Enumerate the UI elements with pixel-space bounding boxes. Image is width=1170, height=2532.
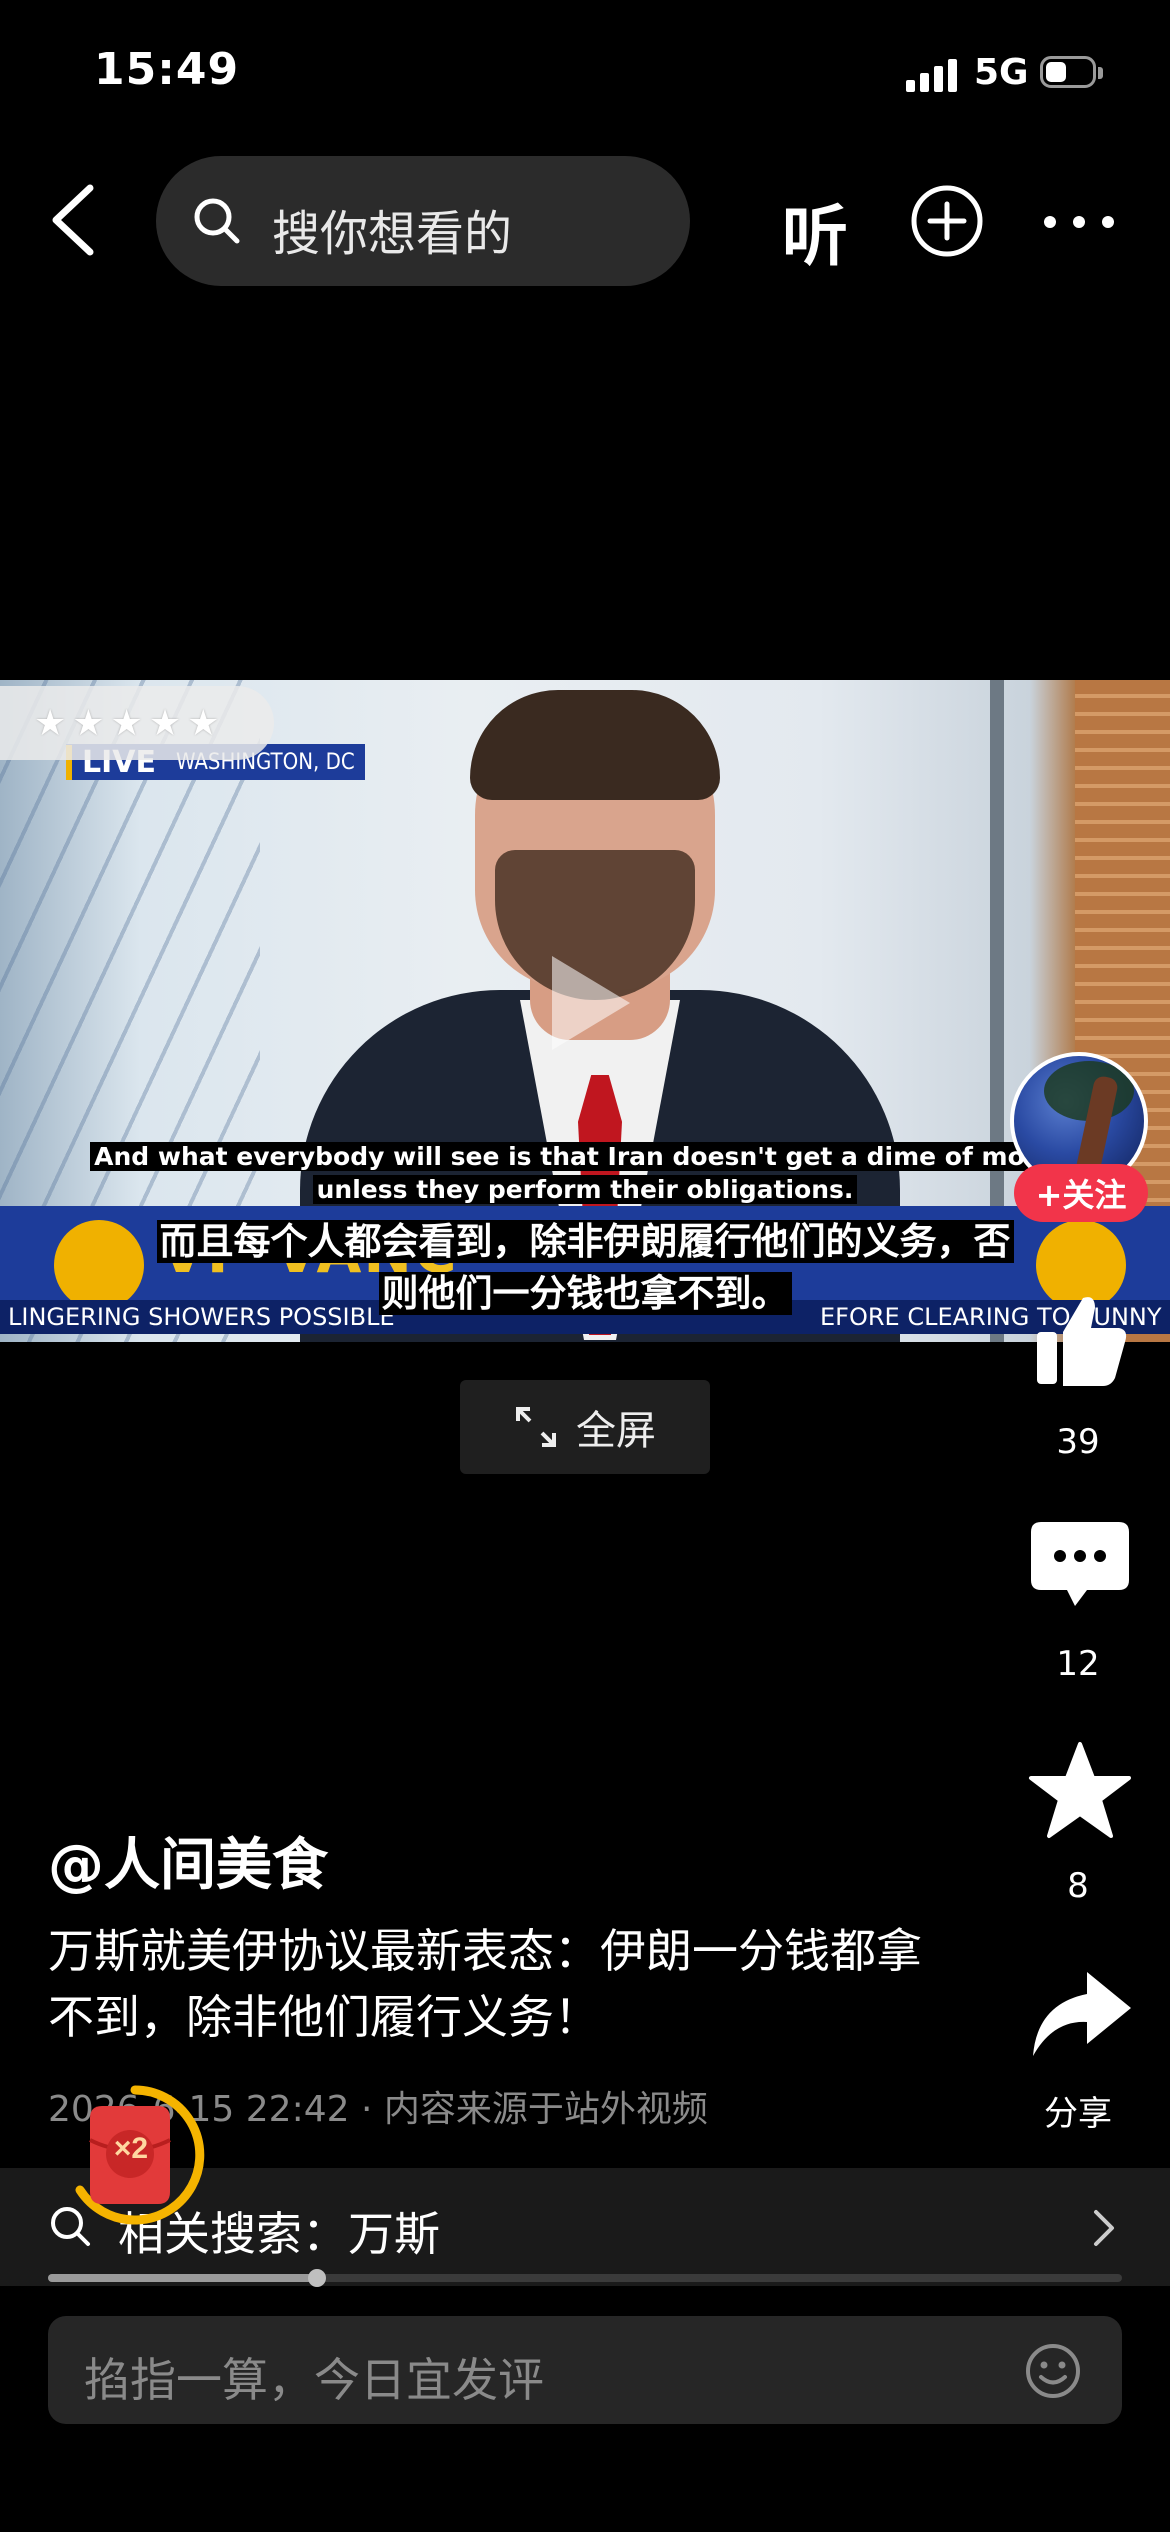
like-button[interactable] bbox=[1025, 1290, 1135, 1390]
battery-icon bbox=[1040, 56, 1106, 90]
favorite-count: 8 bbox=[1067, 1866, 1089, 1906]
follow-button[interactable]: +关注 bbox=[1014, 1164, 1148, 1222]
star-icon bbox=[1029, 1742, 1131, 1838]
fullscreen-label: 全屏 bbox=[576, 1408, 656, 1454]
comment-icon bbox=[1031, 1522, 1129, 1606]
comment-count: 12 bbox=[1056, 1644, 1100, 1684]
video-progress-bar[interactable] bbox=[48, 2269, 1122, 2287]
thumbs-up-icon bbox=[1037, 1297, 1127, 1386]
subtitle-english: And what everybody will see is that Iran… bbox=[0, 1140, 1170, 1206]
video-progress-thumb[interactable] bbox=[307, 2269, 326, 2287]
video-progress-fill bbox=[48, 2274, 317, 2282]
subtitle-zh-line-1: 而且每个人都会看到，除非伊朗履行他们的义务，否 bbox=[156, 1220, 1014, 1263]
speaker-hair bbox=[470, 690, 720, 800]
share-arrow-icon bbox=[1033, 1972, 1131, 2056]
listen-button[interactable]: 听 bbox=[782, 183, 848, 279]
more-button[interactable] bbox=[1042, 210, 1116, 234]
search-input[interactable]: 搜你想看的 bbox=[156, 156, 690, 286]
more-dots-icon bbox=[1044, 216, 1114, 228]
expand-icon bbox=[516, 1407, 556, 1447]
reward-multiplier: ×2 bbox=[113, 2132, 149, 2165]
subtitle-en-line-2: unless they perform their obligations. bbox=[312, 1175, 858, 1204]
comment-input[interactable]: 掐指一算，今日宜发评 bbox=[48, 2316, 1122, 2424]
subtitle-en-line-1: And what everybody will see is that Iran… bbox=[90, 1142, 1080, 1171]
play-icon[interactable] bbox=[530, 948, 640, 1058]
share-label: 分享 bbox=[1044, 2094, 1112, 2134]
network-type: 5G bbox=[974, 52, 1029, 93]
reward-badge[interactable]: ×2 bbox=[60, 2080, 210, 2230]
status-time: 15:49 bbox=[94, 44, 240, 95]
author-name[interactable]: @人间美食 bbox=[48, 1820, 328, 1901]
comment-placeholder: 掐指一算，今日宜发评 bbox=[84, 2353, 544, 2407]
add-button[interactable] bbox=[910, 184, 984, 258]
search-icon bbox=[194, 198, 240, 244]
chevron-left-icon bbox=[52, 184, 94, 256]
back-button[interactable] bbox=[40, 180, 110, 260]
subtitle-zh-line-2: 则他们一分钱也拿不到。 bbox=[378, 1272, 792, 1315]
video-title: 万斯就美伊协议最新表态：伊朗一分钱都拿不到，除非他们履行义务！ bbox=[48, 1924, 922, 2044]
fullscreen-button[interactable]: 全屏 bbox=[460, 1380, 710, 1474]
search-placeholder: 搜你想看的 bbox=[272, 206, 513, 262]
subtitle-chinese: 而且每个人都会看到，除非伊朗履行他们的义务，否 则他们一分钱也拿不到。 bbox=[0, 1216, 1170, 1320]
plus-circle-icon bbox=[911, 185, 983, 257]
favorite-button[interactable] bbox=[1025, 1740, 1135, 1840]
emoji-icon[interactable] bbox=[1024, 2342, 1082, 2400]
video-player[interactable]: LIVE WASHINGTON, DC ★★★★★ VP VANC LINGER… bbox=[0, 680, 1170, 1342]
star-rating[interactable]: ★★★★★ bbox=[0, 686, 274, 760]
signal-icon bbox=[906, 58, 958, 92]
comment-button[interactable] bbox=[1025, 1516, 1135, 1616]
like-count: 39 bbox=[1056, 1422, 1100, 1462]
share-button[interactable] bbox=[1025, 1964, 1135, 2064]
chevron-right-icon bbox=[1094, 2210, 1114, 2246]
